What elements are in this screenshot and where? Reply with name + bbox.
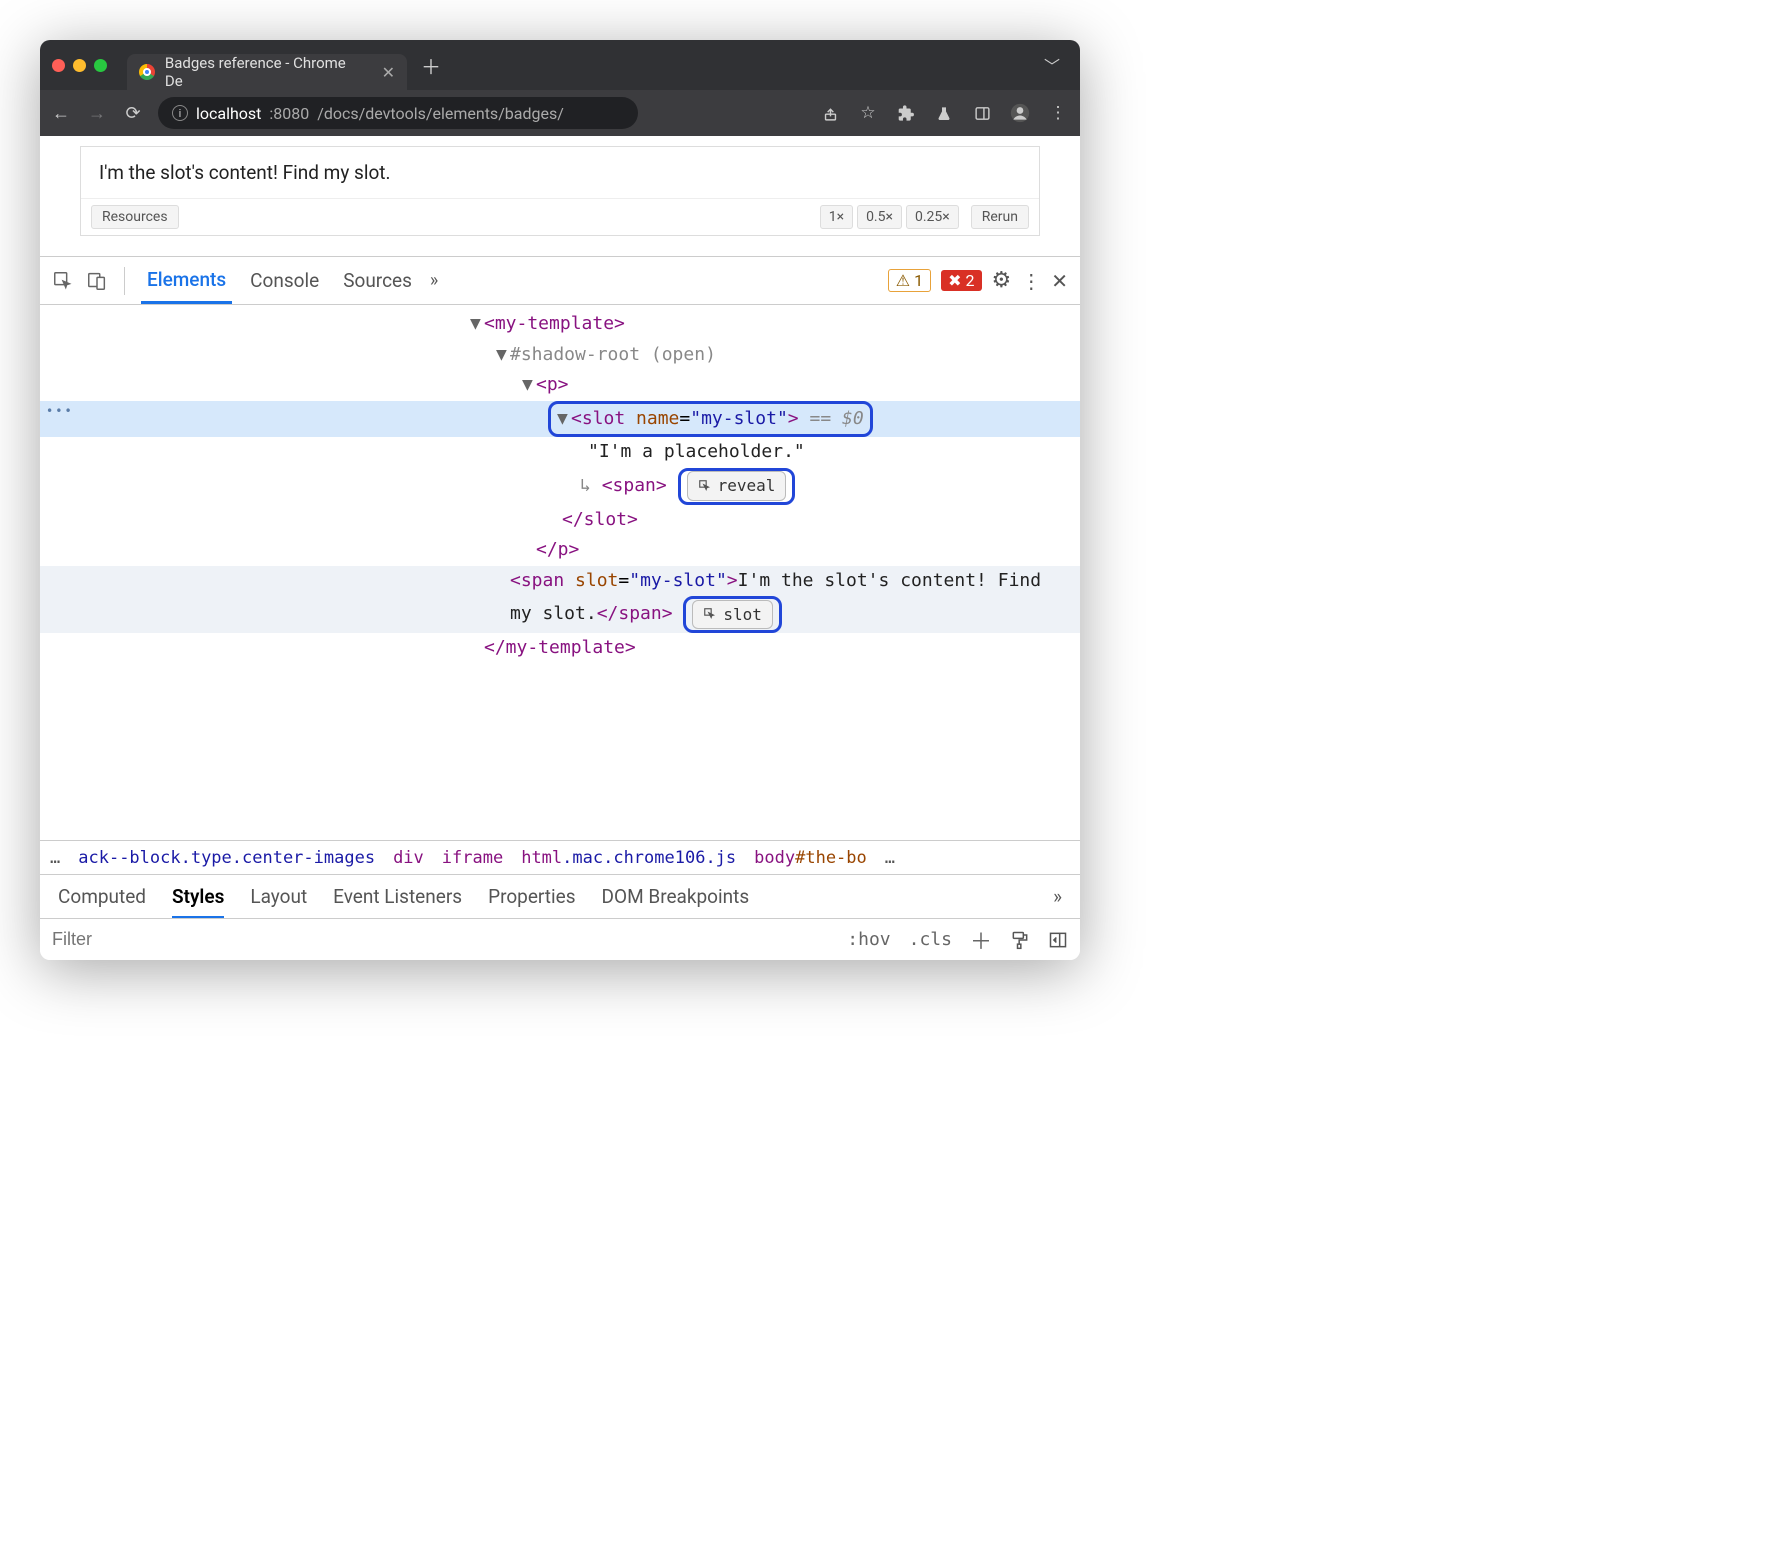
styles-filterbar: :hov .cls ＋	[40, 918, 1080, 960]
crumb-2[interactable]: div	[393, 848, 424, 868]
devtools-panel: Elements Console Sources » ⚠ 1 ✖ 2 ⚙ ⋮ ✕…	[40, 256, 1080, 960]
resources-button[interactable]: Resources	[91, 205, 179, 229]
styles-filter-input[interactable]	[52, 929, 284, 950]
rerun-button[interactable]: Rerun	[971, 205, 1029, 229]
my-template-open: <my-template>	[484, 313, 625, 334]
menu-icon[interactable]: ⋮	[1046, 103, 1070, 123]
browser-tab[interactable]: Badges reference - Chrome De ✕	[127, 54, 407, 90]
styles-subtabs: Computed Styles Layout Event Listeners P…	[40, 874, 1080, 918]
zoom-05x[interactable]: 0.5×	[857, 205, 902, 229]
close-tab-icon[interactable]: ✕	[382, 63, 395, 82]
maximize-window-button[interactable]	[94, 59, 107, 72]
devtools-tabs: Elements Console Sources » ⚠ 1 ✖ 2 ⚙ ⋮ ✕	[40, 257, 1080, 305]
tab-console[interactable]: Console	[244, 259, 325, 302]
tabs-menu-icon[interactable]: ﹀	[1044, 53, 1060, 77]
slot-element-row[interactable]: ▼<slot name="my-slot"> == $0	[40, 401, 1080, 438]
kebab-menu-icon[interactable]: ⋮	[1021, 269, 1041, 293]
warnings-badge[interactable]: ⚠ 1	[888, 269, 931, 292]
crumb-1[interactable]: ack--block.type.center-images	[78, 848, 375, 868]
site-info-icon[interactable]: i	[172, 105, 188, 121]
subtab-event-listeners[interactable]: Event Listeners	[333, 885, 462, 908]
subtab-computed[interactable]: Computed	[58, 885, 146, 908]
subtab-properties[interactable]: Properties	[488, 885, 575, 908]
profile-icon[interactable]	[1008, 103, 1032, 124]
tab-title: Badges reference - Chrome De	[165, 54, 366, 90]
tabs-overflow-icon[interactable]: »	[430, 270, 438, 291]
reload-button[interactable]: ⟳	[122, 103, 144, 124]
subtab-styles[interactable]: Styles	[172, 885, 224, 919]
slot-badge[interactable]: slot	[692, 600, 773, 629]
toggle-sidebar-icon[interactable]	[1048, 929, 1068, 950]
reveal-badge[interactable]: reveal	[687, 471, 787, 500]
device-toggle-icon[interactable]	[86, 269, 108, 293]
url-host: localhost	[196, 104, 261, 123]
page-viewport: I'm the slot's content! Find my slot. Re…	[40, 136, 1080, 256]
zoom-1x[interactable]: 1×	[820, 205, 853, 229]
browser-window: Badges reference - Chrome De ✕ ＋ ﹀ ← → ⟳…	[40, 40, 1080, 960]
subtab-dom-breakpoints[interactable]: DOM Breakpoints	[602, 885, 750, 908]
crumb-ellipsis: …	[50, 848, 60, 868]
zoom-controls: 1× 0.5× 0.25×	[820, 205, 959, 229]
cls-toggle[interactable]: .cls	[909, 929, 952, 950]
slot-close: </slot>	[562, 509, 638, 530]
shadow-root-label: #shadow-root (open)	[510, 344, 716, 365]
subtab-layout[interactable]: Layout	[250, 885, 307, 908]
tab-elements[interactable]: Elements	[141, 258, 232, 304]
zoom-025x[interactable]: 0.25×	[906, 205, 959, 229]
forward-button[interactable]: →	[86, 103, 108, 124]
subtabs-overflow-icon[interactable]: »	[1053, 885, 1062, 908]
crumb-4[interactable]: html.mac.chrome106.js	[521, 848, 736, 868]
demo-content: I'm the slot's content! Find my slot.	[81, 147, 1039, 199]
panel-icon[interactable]	[970, 103, 994, 123]
titlebar: Badges reference - Chrome De ✕ ＋ ﹀	[40, 40, 1080, 90]
paint-icon[interactable]	[1010, 929, 1030, 950]
back-button[interactable]: ←	[50, 103, 72, 124]
window-controls	[52, 59, 107, 72]
crumb-3[interactable]: iframe	[442, 848, 503, 868]
close-window-button[interactable]	[52, 59, 65, 72]
new-tab-button[interactable]: ＋	[421, 51, 441, 80]
span-link[interactable]: <span>	[602, 475, 667, 496]
bookmark-icon[interactable]: ☆	[856, 103, 880, 123]
demo-card: I'm the slot's content! Find my slot. Re…	[80, 146, 1040, 236]
crumb-ellipsis-end: …	[885, 848, 895, 868]
close-devtools-icon[interactable]: ✕	[1051, 269, 1068, 293]
settings-icon[interactable]: ⚙	[992, 268, 1012, 293]
p-close: </p>	[536, 539, 579, 560]
chrome-icon	[139, 64, 155, 80]
my-template-close: </my-template>	[484, 637, 636, 658]
address-bar: ← → ⟳ i localhost :8080/docs/devtools/ele…	[40, 90, 1080, 136]
extensions-icon[interactable]	[894, 103, 918, 123]
span-slot-row[interactable]: <span slot="my-slot">I'm the slot's cont…	[40, 566, 1080, 633]
hov-toggle[interactable]: :hov	[847, 929, 890, 950]
breadcrumb[interactable]: … ack--block.type.center-images div ifra…	[40, 840, 1080, 874]
omnibox[interactable]: i localhost :8080/docs/devtools/elements/…	[158, 97, 638, 129]
crumb-5[interactable]: body#the-bo	[754, 848, 867, 868]
placeholder-text: "I'm a placeholder."	[588, 441, 805, 462]
labs-icon[interactable]	[932, 103, 956, 123]
p-open: <p>	[536, 374, 569, 395]
url-path: /docs/devtools/elements/badges/	[317, 104, 564, 123]
elements-tree[interactable]: ▼<my-template> ▼#shadow-root (open) ▼<p>…	[40, 305, 1080, 840]
minimize-window-button[interactable]	[73, 59, 86, 72]
new-style-rule-icon[interactable]: ＋	[970, 924, 992, 956]
tab-sources[interactable]: Sources	[337, 259, 418, 302]
share-icon[interactable]	[818, 103, 842, 123]
demo-footer: Resources 1× 0.5× 0.25× Rerun	[81, 199, 1039, 235]
inspect-icon[interactable]	[52, 269, 74, 293]
url-port: :8080	[269, 104, 309, 123]
errors-badge[interactable]: ✖ 2	[941, 270, 981, 291]
